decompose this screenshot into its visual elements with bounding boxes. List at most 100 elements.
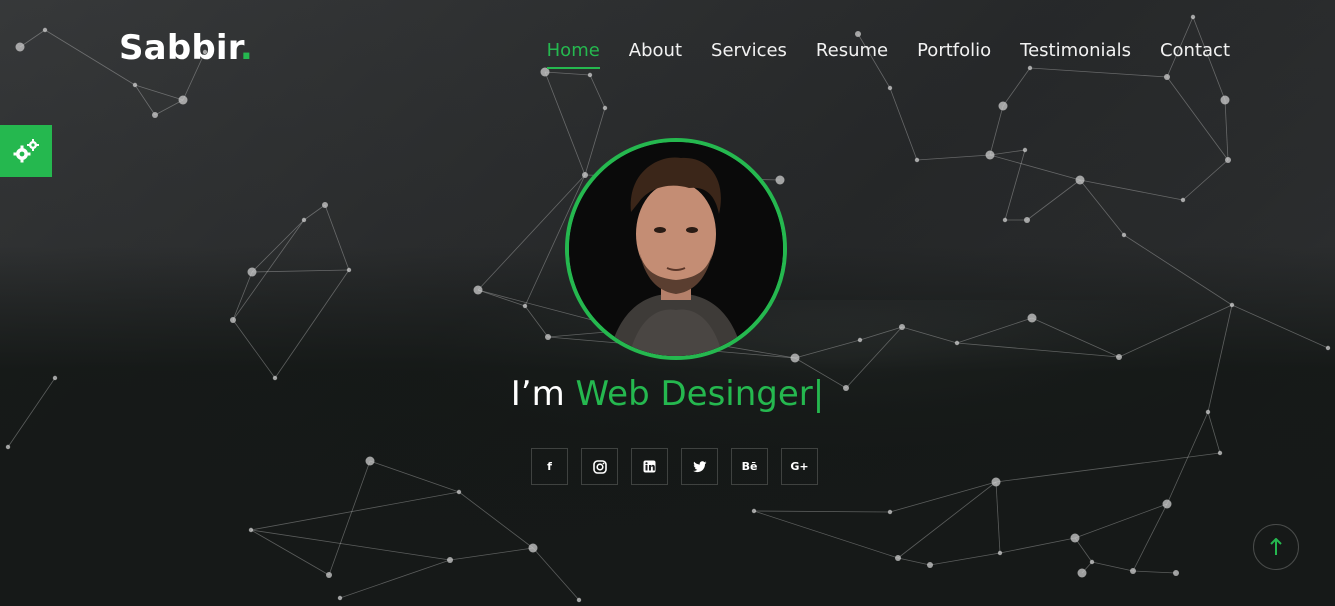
network-link [1079, 179, 1184, 201]
instagram-icon[interactable] [581, 448, 618, 485]
headline-role: Web Desinger [575, 374, 813, 414]
network-link [589, 74, 606, 109]
gears-icon [13, 139, 39, 163]
network-node [337, 595, 343, 601]
twitter-icon[interactable] [681, 448, 718, 485]
network-link [989, 149, 1026, 156]
network-link [753, 510, 891, 513]
logo-dot: . [239, 28, 254, 68]
network-link [989, 105, 1004, 156]
network-node [985, 150, 995, 160]
network-link [889, 87, 918, 161]
network-node [5, 444, 11, 450]
network-link [449, 547, 534, 561]
network-node [1220, 95, 1230, 105]
network-link [232, 271, 253, 321]
network-link [477, 289, 526, 307]
nav-item-portfolio[interactable]: Portfolio [917, 40, 991, 69]
nav-item-about[interactable]: About [629, 40, 682, 69]
network-node [895, 555, 901, 561]
network-link [999, 537, 1076, 554]
network-link [458, 491, 534, 549]
hero-headline: I’m Web Desinger| [0, 374, 1335, 414]
network-link [134, 84, 184, 101]
network-link [250, 529, 451, 561]
network-link [1004, 149, 1026, 221]
arrow-up-icon [1270, 538, 1282, 555]
network-node [887, 509, 893, 515]
network-link [1002, 67, 1031, 107]
facebook-icon[interactable]: f [531, 448, 568, 485]
network-node [587, 72, 593, 78]
network-node [1089, 559, 1095, 565]
style-switcher-button[interactable] [0, 125, 52, 177]
network-link [1031, 317, 1120, 358]
network-link [251, 269, 350, 273]
network-link [901, 326, 958, 344]
network-link [369, 460, 460, 493]
network-node [857, 337, 863, 343]
network-link [1207, 411, 1221, 454]
network-node [365, 456, 375, 466]
network-link [1029, 67, 1168, 78]
scroll-to-top-button[interactable] [1253, 524, 1299, 570]
network-node [1022, 147, 1028, 153]
nav-item-contact[interactable]: Contact [1160, 40, 1230, 69]
google-plus-icon[interactable]: G+ [781, 448, 818, 485]
network-node [887, 85, 893, 91]
network-node [899, 324, 905, 330]
network-link [232, 219, 305, 321]
network-link [303, 204, 326, 221]
network-node [473, 285, 483, 295]
site-logo[interactable]: Sabbir. [119, 28, 253, 68]
network-link [995, 452, 1221, 483]
network-link [154, 99, 184, 116]
network-node [1027, 313, 1037, 323]
network-link [897, 557, 931, 566]
network-node [322, 202, 328, 208]
network-link [956, 342, 1120, 358]
network-node [576, 597, 582, 603]
network-node [1229, 302, 1235, 308]
network-node [855, 31, 861, 37]
network-node [1077, 568, 1087, 578]
network-node [247, 267, 257, 277]
nav-item-testimonials[interactable]: Testimonials [1020, 40, 1131, 69]
network-link [1079, 179, 1125, 236]
network-node [991, 477, 1001, 487]
network-node [582, 172, 588, 178]
network-link [274, 269, 350, 379]
network-node [42, 27, 48, 33]
network-link [251, 219, 305, 273]
network-node [602, 105, 608, 111]
behance-icon[interactable]: Bē [731, 448, 768, 485]
network-node [1024, 217, 1030, 223]
nav-item-resume[interactable]: Resume [816, 40, 888, 69]
network-node [152, 112, 158, 118]
network-node [1002, 217, 1008, 223]
network-link [1118, 304, 1233, 358]
network-link [995, 481, 1001, 554]
network-link [532, 547, 580, 601]
network-node [775, 175, 785, 185]
network-link [1231, 304, 1329, 349]
headline-prefix: I’m [510, 374, 576, 414]
network-link [19, 29, 46, 48]
network-link [1166, 76, 1229, 161]
logo-text: Sabbir [119, 28, 240, 68]
network-node [346, 267, 352, 273]
network-node [1116, 354, 1122, 360]
network-node [545, 334, 551, 340]
network-node [1164, 74, 1170, 80]
network-link [1026, 179, 1081, 221]
nav-item-services[interactable]: Services [711, 40, 787, 69]
network-node [1070, 533, 1080, 543]
network-link [1182, 159, 1229, 201]
network-node [1121, 232, 1127, 238]
main-nav: Home About Services Resume Portfolio Tes… [546, 40, 1230, 69]
nav-item-home[interactable]: Home [546, 40, 600, 69]
network-node [15, 42, 25, 52]
network-link [956, 317, 1033, 344]
linkedin-icon[interactable] [631, 448, 668, 485]
network-node [1173, 570, 1179, 576]
